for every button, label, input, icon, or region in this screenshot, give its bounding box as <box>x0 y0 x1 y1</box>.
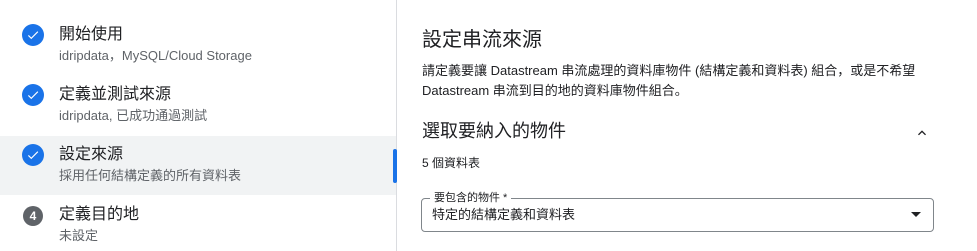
step-title: 定義並測試來源 <box>59 86 172 103</box>
step-title: 定義目的地 <box>59 206 140 223</box>
section-title: 選取要納入的物件 <box>422 121 566 141</box>
check-circle-icon <box>22 24 44 46</box>
chevron-up-icon <box>918 130 926 136</box>
check-circle-icon <box>22 84 44 106</box>
stepper: 開始使用 idripdata，MySQL/Cloud Storage 定義並測試… <box>0 0 397 251</box>
step-title: 設定來源 <box>59 146 124 163</box>
table-count: 5 個資料表 <box>422 156 481 170</box>
step-subtitle: idripdata, 已成功通過測試 <box>59 108 208 123</box>
step-get-started[interactable]: 開始使用 idripdata，MySQL/Cloud Storage <box>0 0 396 63</box>
main-panel: 設定串流來源 請定義要讓 Datastream 串流處理的資料庫物件 (結構定義… <box>397 0 977 251</box>
caret-down-icon <box>911 212 921 217</box>
datastream-create-stream: 開始使用 idripdata，MySQL/Cloud Storage 定義並測試… <box>0 0 977 251</box>
step-define-destination[interactable]: 4 定義目的地 未設定 <box>0 197 396 251</box>
select-label: 要包含的物件 * <box>430 191 512 205</box>
objects-to-include-select[interactable]: 要包含的物件 * 特定的結構定義和資料表 <box>421 191 934 232</box>
step-configure-source[interactable]: 設定來源 採用任何結構定義的所有資料表 <box>0 136 396 195</box>
step-subtitle: 採用任何結構定義的所有資料表 <box>59 168 242 183</box>
select-value: 特定的結構定義和資料表 <box>432 207 576 222</box>
check-circle-icon <box>22 144 44 166</box>
page-description: 請定義要讓 Datastream 串流處理的資料庫物件 (結構定義和資料表) 組… <box>422 63 916 98</box>
collapse-section-button[interactable] <box>908 119 936 147</box>
step-subtitle: 未設定 <box>59 228 99 243</box>
step-number-badge: 4 <box>23 206 43 226</box>
step-subtitle: idripdata，MySQL/Cloud Storage <box>59 48 252 63</box>
step-title: 開始使用 <box>59 26 124 43</box>
step-define-test-source[interactable]: 定義並測試來源 idripdata, 已成功通過測試 <box>0 77 396 137</box>
page-title: 設定串流來源 <box>422 29 542 51</box>
